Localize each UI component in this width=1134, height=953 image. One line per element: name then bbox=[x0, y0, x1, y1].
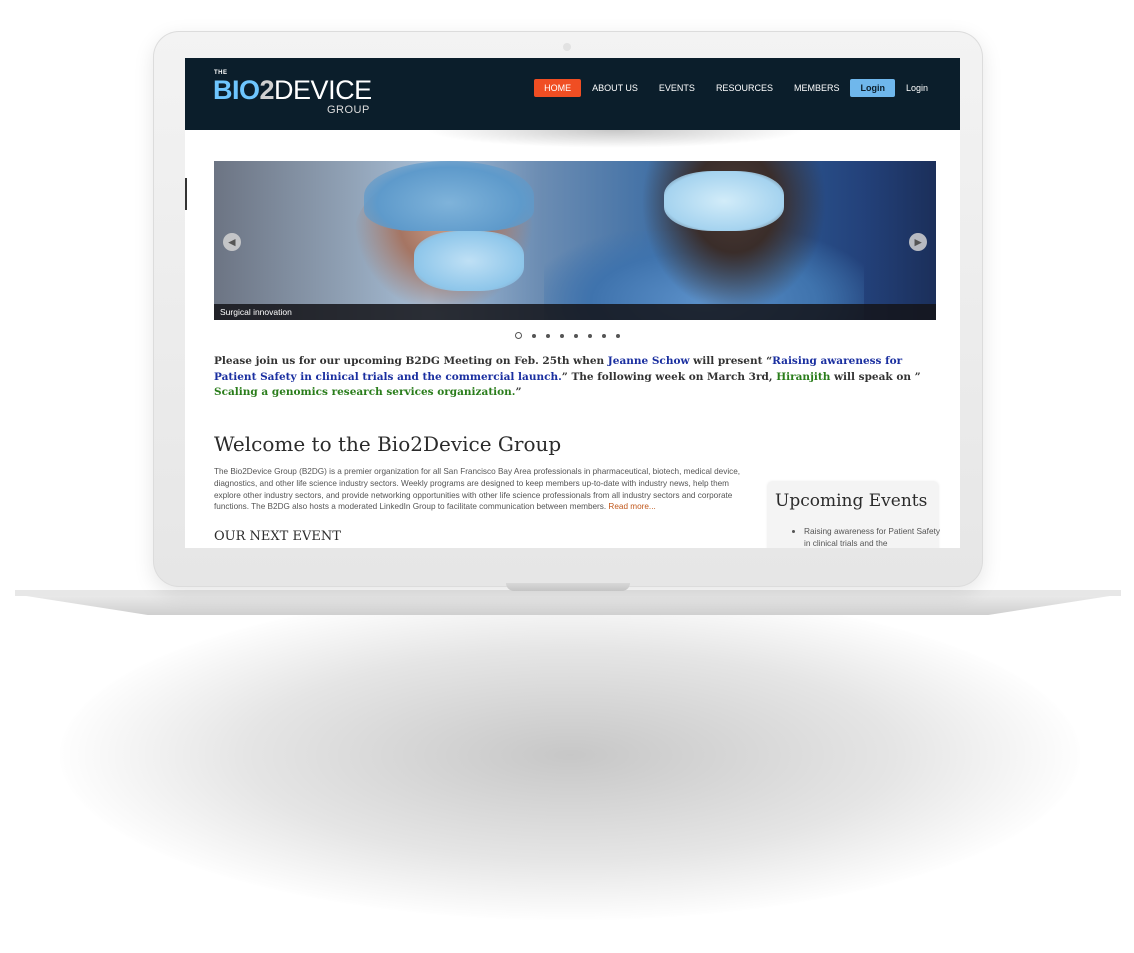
speaker-1-link[interactable]: Jeanne Schow bbox=[608, 355, 690, 367]
slide-image-mask-2 bbox=[664, 171, 784, 231]
next-event-heading: OUR NEXT EVENT bbox=[214, 529, 341, 544]
slide-image-cap bbox=[364, 161, 534, 231]
upcoming-events-list: Raising awareness for Patient Safety in … bbox=[790, 526, 944, 548]
slide-caption: Surgical innovation bbox=[214, 304, 936, 320]
nav-about-us[interactable]: ABOUT US bbox=[582, 79, 648, 97]
upcoming-events-title: Upcoming Events bbox=[775, 491, 928, 511]
header-shadow bbox=[425, 130, 805, 148]
announce-text-5: ” bbox=[515, 386, 522, 398]
upcoming-events-panel: Upcoming Events Raising awareness for Pa… bbox=[768, 482, 940, 548]
announce-text-3: ” The following week on March 3rd, bbox=[561, 370, 777, 383]
welcome-body: The Bio2Device Group (B2DG) is a premier… bbox=[214, 466, 754, 513]
logo-group: GROUP bbox=[327, 104, 370, 116]
talk-2-link[interactable]: Scaling a genomics research services org… bbox=[214, 386, 515, 398]
slider-dot[interactable] bbox=[588, 333, 592, 338]
announce-text-1: Please join us for our upcoming B2DG Mee… bbox=[214, 355, 608, 367]
slider-dot[interactable] bbox=[574, 333, 578, 338]
nav-login[interactable]: Login bbox=[896, 79, 938, 97]
read-more-link[interactable]: Read more... bbox=[608, 502, 655, 511]
main-nav: HOME ABOUT US EVENTS RESOURCES MEMBERS L… bbox=[533, 79, 938, 97]
logo-two: 2 bbox=[259, 75, 275, 105]
slider-dot[interactable] bbox=[546, 333, 550, 338]
slider-dot[interactable] bbox=[532, 333, 536, 338]
login-button[interactable]: Login bbox=[850, 79, 895, 97]
arrow-right-icon[interactable]: ▸ bbox=[909, 233, 927, 251]
slider-dot[interactable] bbox=[616, 333, 620, 338]
arrow-left-icon[interactable]: ◂ bbox=[223, 233, 241, 251]
laptop-shadow bbox=[60, 590, 1080, 920]
site-header: THE BIO2DEVICE GROUP HOME ABOUT US EVENT… bbox=[185, 58, 960, 130]
nav-members[interactable]: MEMBERS bbox=[784, 79, 850, 97]
welcome-heading: Welcome to the Bio2Device Group bbox=[214, 432, 562, 456]
edge-marker bbox=[185, 178, 187, 210]
nav-events[interactable]: EVENTS bbox=[649, 79, 705, 97]
laptop-notch bbox=[506, 583, 630, 591]
slider-dots bbox=[515, 332, 620, 339]
slider-dot[interactable] bbox=[560, 333, 564, 338]
slider-dot[interactable] bbox=[515, 332, 522, 339]
slider-dot[interactable] bbox=[602, 333, 606, 338]
nav-home[interactable]: HOME bbox=[534, 79, 582, 97]
logo-device: DEVICE bbox=[274, 75, 372, 105]
laptop-screen: THE BIO2DEVICE GROUP HOME ABOUT US EVENT… bbox=[185, 58, 960, 548]
logo-wordmark: BIO2DEVICE bbox=[213, 75, 372, 106]
nav-resources[interactable]: RESOURCES bbox=[706, 79, 783, 97]
slide-image-mask-1 bbox=[414, 231, 524, 291]
speaker-2-link[interactable]: Hiranjith bbox=[776, 371, 830, 383]
announcement: Please join us for our upcoming B2DG Mee… bbox=[214, 354, 926, 401]
upcoming-event-item[interactable]: Raising awareness for Patient Safety in … bbox=[804, 526, 944, 548]
hero-slider: ◂ ▸ Surgical innovation bbox=[214, 161, 936, 320]
announce-text-2: will present “ bbox=[689, 355, 773, 367]
camera-icon bbox=[563, 43, 571, 51]
logo-bio: BIO bbox=[213, 75, 260, 105]
announce-text-4: will speak on ” bbox=[830, 370, 921, 383]
welcome-text: The Bio2Device Group (B2DG) is a premier… bbox=[214, 467, 741, 512]
